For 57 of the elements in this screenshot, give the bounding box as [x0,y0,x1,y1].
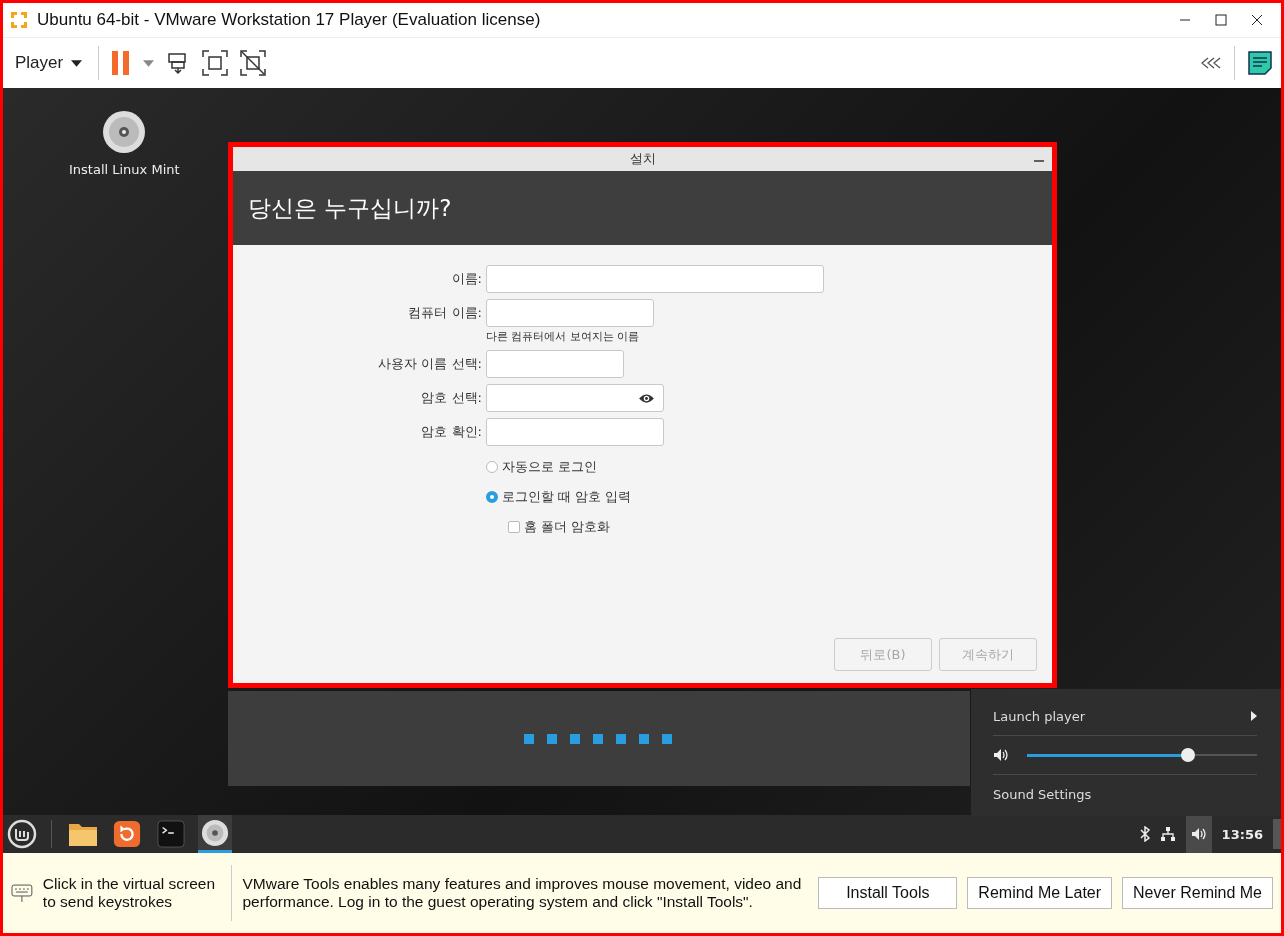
taskbar-app[interactable] [198,815,232,853]
hint-text: Click in the virtual screen to send keystrokes [42,875,217,911]
minimize-icon[interactable] [1034,159,1044,163]
terminal-icon [157,820,185,848]
input-field[interactable] [486,265,824,293]
checkbox[interactable] [508,521,520,533]
field-label: 사용자 이름 선택: [377,355,482,373]
app-logo-icon [9,10,29,30]
keyboard-icon [11,882,33,904]
radio-button[interactable] [486,491,498,503]
tools-message: VMware Tools enables many features and improves mouse movement, video and performance. Log in to the guest operating system and click "Install Tools". [242,875,803,911]
window-title: 설치 [629,150,656,168]
input-field[interactable] [486,299,654,327]
menu-logo-icon[interactable] [7,819,37,849]
caret-icon[interactable] [143,59,155,67]
input-field[interactable] [486,418,664,446]
update-icon [113,820,141,848]
sound-settings-item[interactable]: Sound Settings [993,786,1092,802]
notification-button[interactable]: Install Tools [818,877,958,909]
player-menu[interactable]: Player [11,53,87,73]
close-icon[interactable] [1251,14,1263,26]
notes-icon[interactable] [1247,50,1273,76]
slider-thumb[interactable] [1181,748,1195,762]
field-label: 암호 확인: [420,423,482,441]
collapse-icon[interactable] [1200,57,1222,69]
disc-icon [201,818,229,847]
field-hint: 다른 컴퓨터에서 보여지는 이름 [486,330,640,344]
disc-icon[interactable] [102,110,147,154]
input-field[interactable] [486,384,664,412]
eye-icon[interactable] [638,392,655,404]
field-label: 암호 선택: [420,389,482,407]
launch-player-item[interactable]: Launch player [993,708,1086,724]
clock[interactable]: 13:56 [1221,826,1263,842]
notification-button[interactable]: Remind Me Later [967,877,1113,909]
volume-tray-button[interactable] [1185,815,1212,853]
field-label: 컴퓨터 이름: [407,304,482,322]
folder-icon [68,821,98,847]
caret-icon [71,59,83,67]
bluetooth-icon[interactable] [1139,826,1150,842]
radio-label[interactable]: 로그인할 때 암호 입력 [502,488,632,506]
field-label: 이름: [450,270,482,288]
maximize-icon[interactable] [1215,14,1227,26]
radio-label[interactable]: 자동으로 로그인 [502,458,598,476]
fullscreen-icon[interactable] [202,50,229,76]
window-title: Ubuntu 64-bit - VMware Workstation 17 Player (Evaluation license) [37,10,542,30]
pause-icon[interactable] [111,51,132,75]
play-icon[interactable] [1251,711,1257,721]
volume-icon [1190,827,1207,841]
checkbox-label[interactable]: 홈 폴더 암호화 [524,518,611,536]
notification-button[interactable]: Never Remind Me [1122,877,1273,909]
radio-button[interactable] [486,461,498,473]
input-field[interactable] [486,350,624,378]
page-heading: 당신은 누구십니까? [248,193,452,223]
panel-handle[interactable] [1273,819,1281,849]
network-icon[interactable] [1159,826,1176,842]
volume-icon [993,748,1009,762]
desktop-icon-label[interactable]: Install Linux Mint [69,162,180,177]
